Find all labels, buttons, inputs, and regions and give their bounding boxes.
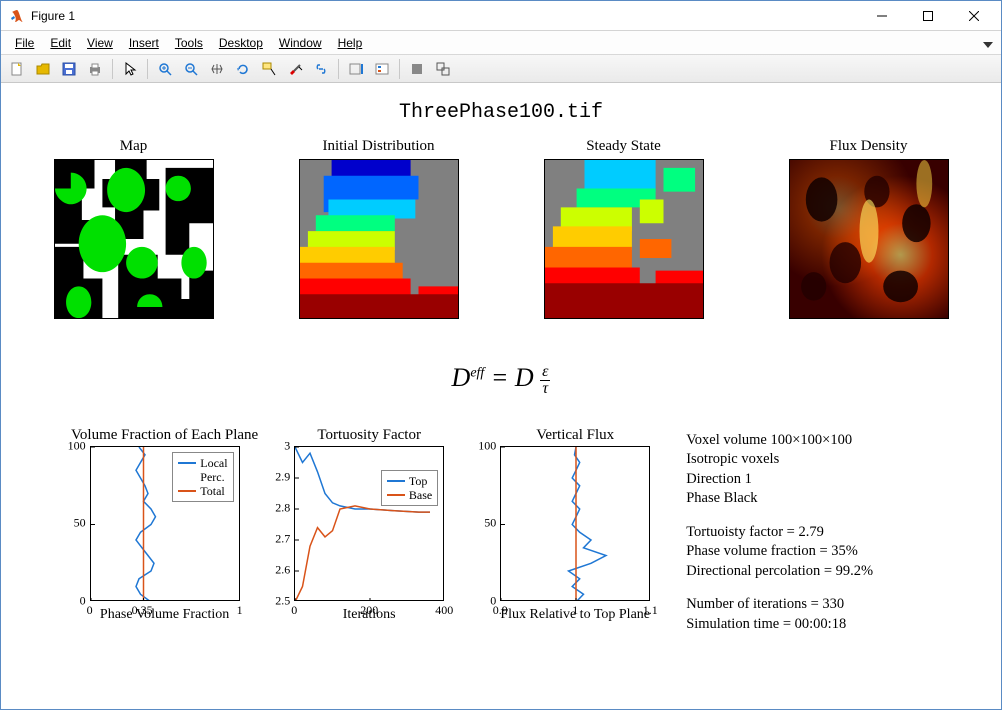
- menu-edit[interactable]: Edit: [42, 34, 79, 52]
- figure-suptitle: ThreePhase100.tif: [19, 101, 983, 124]
- stat-line: Tortuoisty factor = 2.79: [686, 523, 873, 543]
- pan-button[interactable]: [205, 58, 229, 80]
- stat-line: Isotropic voxels: [686, 450, 873, 470]
- chart-title: Tortuosity Factor: [317, 427, 421, 444]
- toolbar: [1, 55, 1001, 83]
- menu-window[interactable]: Window: [271, 34, 330, 52]
- datacursor-button[interactable]: [257, 58, 281, 80]
- figure-area: ThreePhase100.tif Map Initial Distributi…: [1, 83, 1001, 709]
- matlab-icon: [9, 8, 25, 24]
- panel-title: Flux Density: [830, 138, 908, 155]
- toolbar-separator: [399, 59, 400, 79]
- toolbar-separator: [112, 59, 113, 79]
- chart-volfrac: Volume Fraction of Each Plane Distance f…: [71, 427, 258, 623]
- stats-block: Voxel volume 100×100×100 Isotropic voxel…: [686, 427, 873, 635]
- menu-insert[interactable]: Insert: [121, 34, 167, 52]
- stat-line: Phase volume fraction = 35%: [686, 542, 873, 562]
- chart-title: Volume Fraction of Each Plane: [71, 427, 258, 444]
- axes-vertflux: [500, 446, 650, 601]
- initial-distribution-image: [299, 159, 459, 319]
- chart-row: Volume Fraction of Each Plane Distance f…: [19, 427, 983, 635]
- legend-button[interactable]: [370, 58, 394, 80]
- legend-tortuosity: Top Base: [381, 470, 438, 506]
- show-plot-button[interactable]: [431, 58, 455, 80]
- panel-fluxdensity: Flux Density: [766, 138, 971, 319]
- legend-volfrac: Local Perc. Total: [172, 452, 233, 502]
- formula: Deff = D ετ: [19, 363, 983, 397]
- menu-help[interactable]: Help: [330, 34, 371, 52]
- link-button[interactable]: [309, 58, 333, 80]
- flux-density-image: [789, 159, 949, 319]
- pointer-button[interactable]: [118, 58, 142, 80]
- stat-line: Simulation time = 00:00:18: [686, 615, 873, 635]
- maximize-button[interactable]: [905, 2, 951, 30]
- save-button[interactable]: [57, 58, 81, 80]
- toolbar-separator: [338, 59, 339, 79]
- stat-line: Voxel volume 100×100×100: [686, 431, 873, 451]
- chart-tortuosity: Tortuosity Factor Top Base 02004002.52.6…: [294, 427, 444, 623]
- panel-title: Steady State: [586, 138, 661, 155]
- panel-title: Initial Distribution: [322, 138, 434, 155]
- menu-desktop[interactable]: Desktop: [211, 34, 271, 52]
- minimize-button[interactable]: [859, 2, 905, 30]
- titlebar: Figure 1: [1, 1, 1001, 31]
- menu-tools[interactable]: Tools: [167, 34, 211, 52]
- chart-vertflux: Vertical Flux Distance from Base 0.911.1…: [500, 427, 650, 623]
- dock-icon[interactable]: [981, 36, 995, 50]
- menu-file[interactable]: File: [7, 34, 42, 52]
- panel-map: Map: [31, 138, 236, 319]
- steady-state-image: [544, 159, 704, 319]
- x-axis-label: Phase Volume Fraction: [100, 607, 229, 623]
- stat-line: Direction 1: [686, 470, 873, 490]
- stat-line: Directional percolation = 99.2%: [686, 562, 873, 582]
- open-button[interactable]: [31, 58, 55, 80]
- print-button[interactable]: [83, 58, 107, 80]
- hide-plot-button[interactable]: [405, 58, 429, 80]
- image-panel-row: Map Initial Distribution: [19, 138, 983, 319]
- rotate-button[interactable]: [231, 58, 255, 80]
- panel-steady: Steady State: [521, 138, 726, 319]
- menubar: File Edit View Insert Tools Desktop Wind…: [1, 31, 1001, 55]
- window-title: Figure 1: [31, 9, 859, 23]
- stat-line: Number of iterations = 330: [686, 595, 873, 615]
- close-button[interactable]: [951, 2, 997, 30]
- new-figure-button[interactable]: [5, 58, 29, 80]
- toolbar-separator: [147, 59, 148, 79]
- panel-title: Map: [120, 138, 148, 155]
- panel-initial: Initial Distribution: [276, 138, 481, 319]
- map-image: [54, 159, 214, 319]
- menu-view[interactable]: View: [79, 34, 121, 52]
- stat-line: Phase Black: [686, 489, 873, 509]
- zoom-in-button[interactable]: [153, 58, 177, 80]
- colorbar-button[interactable]: [344, 58, 368, 80]
- brush-button[interactable]: [283, 58, 307, 80]
- chart-title: Vertical Flux: [536, 427, 614, 444]
- zoom-out-button[interactable]: [179, 58, 203, 80]
- figure-window: Figure 1 File Edit View Insert Tools Des…: [0, 0, 1002, 710]
